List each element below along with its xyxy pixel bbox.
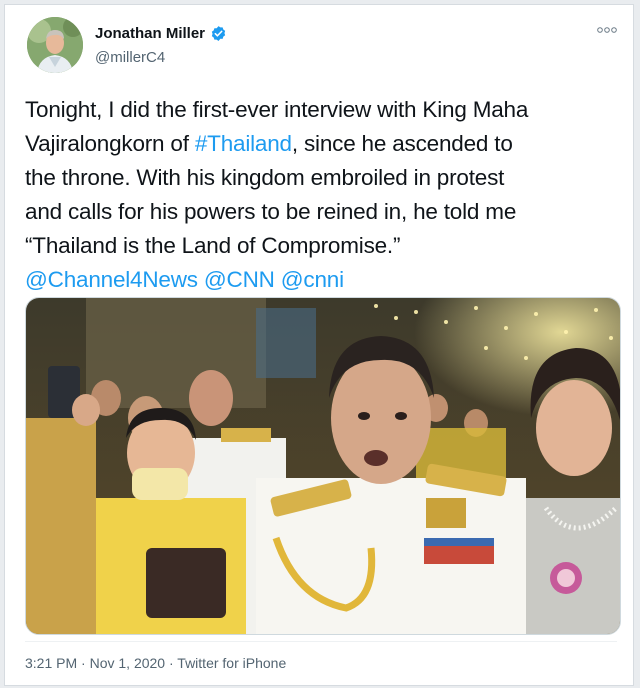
tweet-meta: 3:21 PM · Nov 1, 2020 · Twitter for iPho… [25,655,286,671]
tweet-card: Jonathan Miller @millerC4 Tonight, I did… [4,4,634,686]
hashtag-link[interactable]: #Thailand [195,131,292,156]
author-handle[interactable]: @millerC4 [95,49,165,66]
tweet-line: Tonight, I did the first-ever interview … [25,97,529,122]
meta-separator: · [165,655,178,671]
tweet-source[interactable]: Twitter for iPhone [177,655,286,671]
divider [25,641,617,642]
tweet-line: the throne. With his kingdom embroiled i… [25,165,505,190]
more-options-icon[interactable] [597,25,617,37]
tweet-line: Vajiralongkorn of #Thailand, since he as… [25,127,625,161]
tweet-date[interactable]: Nov 1, 2020 [90,655,166,671]
mention-link[interactable]: @Channel4News [25,267,198,292]
verified-badge-icon [211,26,226,41]
author-name[interactable]: Jonathan Miller [95,25,205,42]
mentions-line: @Channel4News @CNN @cnni [25,263,625,297]
author-row: Jonathan Miller [95,25,227,42]
photo-image [26,298,620,634]
mention-link[interactable]: @cnni [281,267,344,292]
tweet-line: “Thailand is the Land of Compromise.” [25,233,401,258]
meta-separator: · [77,655,90,671]
tweet-text: Tonight, I did the first-ever interview … [25,93,625,297]
tweet-line: and calls for his powers to be reined in… [25,199,517,224]
avatar[interactable] [27,17,83,73]
mention-link[interactable]: @CNN [204,267,275,292]
tweet-time[interactable]: 3:21 PM [25,655,77,671]
tweet-text-segment: , since he ascended to [291,131,513,156]
tweet-text-segment: Vajiralongkorn of [25,131,195,156]
avatar-photo [27,17,83,73]
tweet-photo[interactable] [25,297,621,635]
